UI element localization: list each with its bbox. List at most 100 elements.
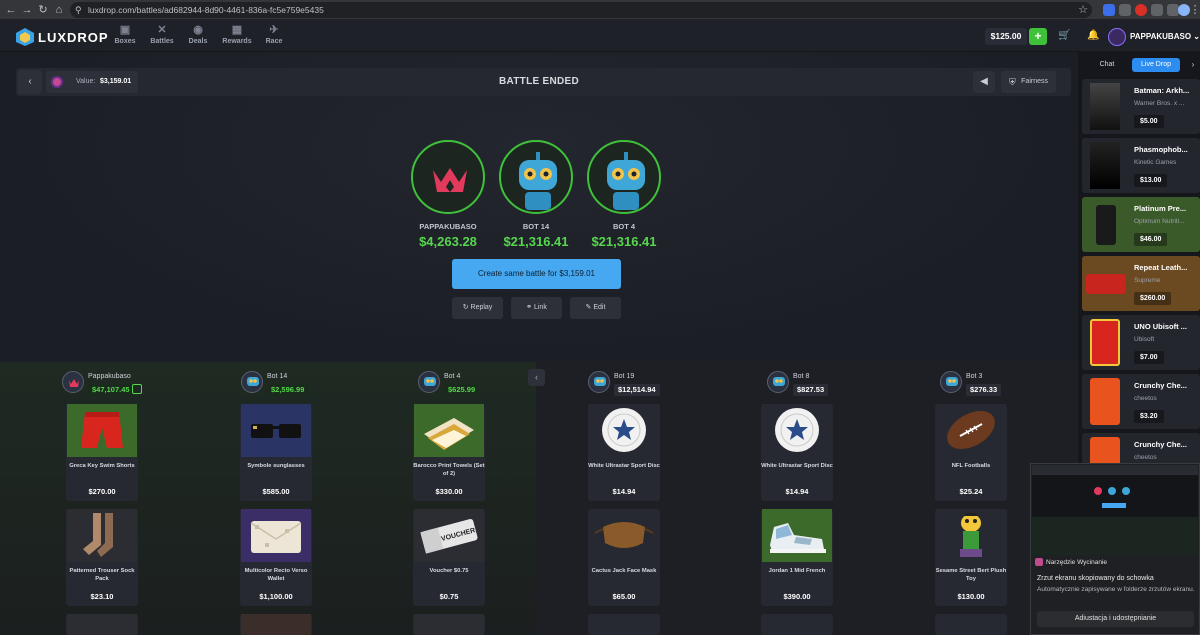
item-name: Multicolor Recto Verso Wallet bbox=[244, 568, 308, 582]
live-drop-item[interactable]: Batman: Arkh... Warner Bros. x ... $5.00 bbox=[1082, 79, 1200, 134]
wallet-image bbox=[241, 509, 311, 562]
link-button[interactable]: ⚭ Link bbox=[511, 297, 562, 319]
replay-button[interactable]: ↻ Replay bbox=[452, 297, 503, 319]
nav-battles[interactable]: ✕ Battles bbox=[142, 24, 182, 45]
race-icon: ✈ bbox=[269, 24, 279, 36]
luxdrop-logo-icon[interactable] bbox=[14, 27, 36, 47]
create-same-battle-button[interactable]: Create same battle for $3,159.01 bbox=[452, 259, 621, 289]
nav-race[interactable]: ✈ Race bbox=[254, 24, 294, 45]
extensions-puzzle-icon[interactable] bbox=[1151, 4, 1163, 16]
item-price: $270.00 bbox=[88, 487, 116, 496]
sport-disc-image bbox=[589, 404, 659, 457]
forward-arrow-icon[interactable]: → bbox=[20, 3, 34, 17]
winner-badge-icon bbox=[132, 384, 142, 394]
item-card[interactable] bbox=[413, 614, 485, 635]
item-card[interactable]: Patterned Trouser Sock Pack $23.10 bbox=[66, 509, 138, 606]
item-card[interactable] bbox=[588, 614, 660, 635]
live-drop-item[interactable]: Repeat Leath... Supreme $260.00 bbox=[1082, 256, 1200, 311]
item-image bbox=[762, 614, 832, 635]
collapse-divider-button[interactable]: ‹ bbox=[528, 369, 545, 386]
column-avatar bbox=[940, 371, 962, 393]
item-card[interactable] bbox=[935, 614, 1007, 635]
bookmark-star-icon[interactable]: ☆ bbox=[1076, 3, 1090, 17]
item-card[interactable]: Barocco Print Towels (Set of 2) $330.00 bbox=[413, 404, 485, 501]
snipping-tool-icon bbox=[1035, 558, 1043, 566]
item-card[interactable]: Sesame Street Bert Plush Toy $130.00 bbox=[935, 509, 1007, 606]
user-avatar[interactable] bbox=[1108, 28, 1126, 46]
live-drop-item[interactable]: Phasmophob... Kinetic Games $13.00 bbox=[1082, 138, 1200, 193]
chevron-down-icon: ⌄ bbox=[1193, 32, 1200, 41]
tab-chat[interactable]: Chat bbox=[1086, 58, 1128, 72]
item-card[interactable]: Multicolor Recto Verso Wallet $1,100.00 bbox=[240, 509, 312, 606]
drop-brand: Ubisoft bbox=[1134, 336, 1155, 343]
markup-and-share-button[interactable]: Adiustacja i udostępnianie bbox=[1037, 611, 1194, 627]
item-card[interactable] bbox=[761, 614, 833, 635]
item-card[interactable]: VOUCHER Voucher $0.75 $0.75 bbox=[413, 509, 485, 606]
face-mask-image bbox=[589, 509, 659, 562]
chevron-right-icon[interactable]: › bbox=[1186, 58, 1200, 72]
reload-icon[interactable]: ↻ bbox=[36, 3, 50, 17]
column-avatar bbox=[62, 371, 84, 393]
nav-deals-label: Deals bbox=[188, 38, 208, 45]
notification-app-name: Narzędzie Wycinanie bbox=[1046, 559, 1107, 566]
drop-name: Crunchy Che... bbox=[1134, 440, 1187, 449]
drop-name: UNO Ubisoft ... bbox=[1134, 322, 1187, 331]
game-cover-image bbox=[1090, 83, 1120, 130]
brand-name[interactable]: LUXDROP bbox=[38, 30, 109, 45]
notification-body: Automatycznie zapisywane w folderze zrzu… bbox=[1037, 586, 1195, 593]
item-card[interactable]: White Ultrastar Sport Disc $14.94 bbox=[588, 404, 660, 501]
voucher-image: VOUCHER bbox=[414, 509, 484, 562]
item-name: Barocco Print Towels (Set of 2) bbox=[413, 463, 485, 477]
item-card[interactable] bbox=[66, 614, 138, 635]
back-arrow-icon[interactable]: ← bbox=[4, 3, 18, 17]
page-root: ← → ↻ ⌂ ⚲ luxdrop.com/battles/ad682944-8… bbox=[0, 0, 1200, 635]
item-card[interactable]: Jordan 1 Mid French $390.00 bbox=[761, 509, 833, 606]
notification-bell-icon[interactable]: 🔔 bbox=[1087, 30, 1099, 41]
live-drop-item[interactable]: Platinum Pre... Optimum Nutriti... $46.0… bbox=[1082, 197, 1200, 252]
replay-label: Replay bbox=[470, 304, 493, 311]
item-card[interactable]: Cactus Jack Face Mask $65.00 bbox=[588, 509, 660, 606]
extension-icon[interactable] bbox=[1119, 4, 1131, 16]
menu-dots-icon[interactable]: ⋮ bbox=[1188, 3, 1200, 17]
nav-rewards[interactable]: ▦ Rewards bbox=[217, 24, 257, 45]
supplement-tub-image bbox=[1096, 205, 1116, 245]
home-icon[interactable]: ⌂ bbox=[52, 3, 66, 17]
nav-deals[interactable]: ◉ Deals bbox=[178, 24, 218, 45]
column-total: $276.33 bbox=[966, 384, 1002, 396]
extension-icon[interactable] bbox=[1103, 4, 1115, 16]
site-info-icon[interactable]: ⚲ bbox=[75, 2, 82, 18]
fairness-button[interactable]: ⛨ Fairness bbox=[1001, 71, 1056, 93]
cheetos-bag-image bbox=[1090, 378, 1120, 425]
item-card[interactable]: NFL Footballs $25.24 bbox=[935, 404, 1007, 501]
tab-live-drop[interactable]: Live Drop bbox=[1132, 58, 1180, 72]
column-avatar bbox=[767, 371, 789, 393]
edit-label: Edit bbox=[593, 304, 606, 311]
speaker-icon: ◀ bbox=[980, 76, 988, 87]
edit-button[interactable]: ✎ Edit bbox=[570, 297, 621, 319]
nav-boxes[interactable]: ▣ Boxes bbox=[105, 24, 145, 45]
screenshot-thumbnail[interactable] bbox=[1032, 465, 1198, 555]
item-card[interactable]: Symbole sunglasses $585.00 bbox=[240, 404, 312, 501]
item-name: Cactus Jack Face Mask bbox=[591, 568, 657, 574]
address-bar[interactable]: ⚲ luxdrop.com/battles/ad682944-8d90-4461… bbox=[70, 2, 1092, 18]
sport-disc-image bbox=[762, 404, 832, 457]
deposit-button[interactable]: + bbox=[1029, 28, 1047, 45]
item-card[interactable]: White Ultrastar Sport Disc $14.94 bbox=[761, 404, 833, 501]
sound-button[interactable]: ◀ bbox=[973, 71, 995, 93]
cart-icon[interactable]: 🛒 bbox=[1058, 30, 1070, 41]
live-drop-item[interactable]: Crunchy Che... cheetos $3.20 bbox=[1082, 374, 1200, 429]
item-card[interactable] bbox=[240, 614, 312, 635]
link-icon: ⚭ bbox=[526, 304, 533, 311]
item-card[interactable]: Greca Key Swim Shorts $270.00 bbox=[66, 404, 138, 501]
live-drop-item[interactable]: UNO Ubisoft ... Ubisoft $7.00 bbox=[1082, 315, 1200, 370]
item-name: Jordan 1 Mid French bbox=[768, 568, 826, 574]
browser-toolbar: ← → ↻ ⌂ ⚲ luxdrop.com/battles/ad682944-8… bbox=[0, 0, 1200, 20]
balance-display[interactable]: $125.00 bbox=[985, 28, 1027, 45]
drop-price: $13.00 bbox=[1134, 174, 1168, 187]
username[interactable]: PAPPAKUBASO ⌄ bbox=[1130, 32, 1200, 41]
edit-icon: ✎ bbox=[585, 304, 592, 311]
gift-icon: ▦ bbox=[231, 24, 243, 36]
deals-icon: ◉ bbox=[193, 24, 203, 36]
item-name: Greca Key Swim Shorts bbox=[69, 463, 135, 469]
extension-icon[interactable] bbox=[1135, 4, 1147, 16]
